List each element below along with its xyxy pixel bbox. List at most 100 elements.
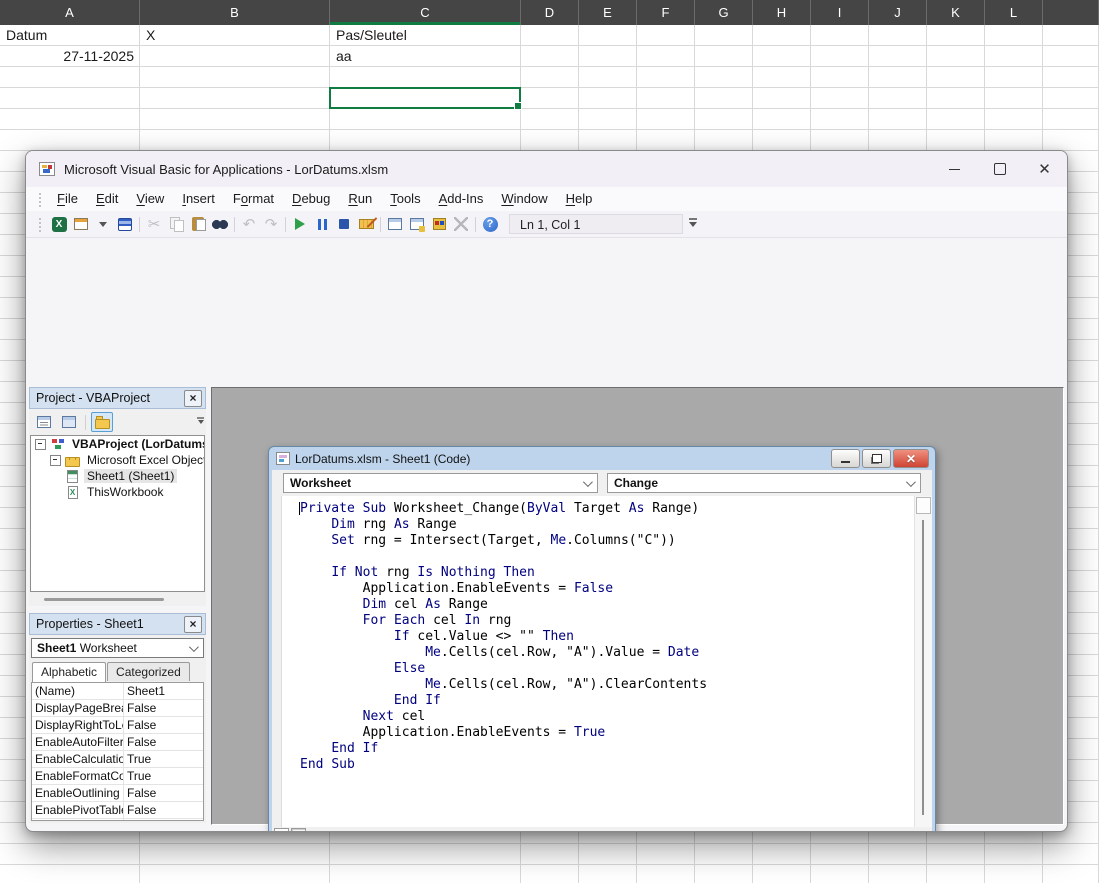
column-header-A[interactable]: A <box>0 0 140 25</box>
project-toolbar-overflow[interactable] <box>197 417 204 427</box>
copy-icon[interactable] <box>165 214 187 234</box>
code-line[interactable]: If Not rng Is Nothing Then <box>300 565 914 581</box>
excel-icon[interactable] <box>48 214 70 234</box>
menubar-grip[interactable] <box>38 192 42 207</box>
toggle-folders-icon[interactable] <box>91 412 113 432</box>
code-editor[interactable]: Private Sub Worksheet_Change(ByVal Targe… <box>282 496 914 827</box>
properties-panel-header[interactable]: Properties - Sheet1 × <box>29 613 206 635</box>
tree-item-thisworkbook[interactable]: ThisWorkbook <box>31 484 204 500</box>
property-row-displaypagebreak[interactable]: DisplayPageBreakFalse <box>32 700 203 717</box>
menu-help[interactable]: Help <box>557 188 602 210</box>
code-line[interactable]: Dim cel As Range <box>300 597 914 613</box>
code-line[interactable]: Application.EnableEvents = False <box>300 581 914 597</box>
tree-item-vbaproject-lordatums[interactable]: VBAProject (LorDatums <box>31 436 204 452</box>
redo-icon[interactable] <box>260 214 282 234</box>
property-name[interactable]: (Name) <box>32 683 124 700</box>
property-row-enableformatcon[interactable]: EnableFormatConTrue <box>32 768 203 785</box>
menu-edit[interactable]: Edit <box>87 188 127 210</box>
tree-item-microsoft-excel-objects[interactable]: Microsoft Excel Objects <box>31 452 204 468</box>
column-header-G[interactable]: G <box>695 0 753 25</box>
column-header-L[interactable]: L <box>985 0 1043 25</box>
code-line[interactable]: For Each cel In rng <box>300 613 914 629</box>
menu-run[interactable]: Run <box>339 188 381 210</box>
code-margin-bar[interactable] <box>272 496 282 827</box>
menu-window[interactable]: Window <box>492 188 556 210</box>
procedure-view-button[interactable] <box>274 828 289 833</box>
property-value[interactable]: True <box>124 751 203 768</box>
cell-B1[interactable]: X <box>141 25 329 46</box>
property-name[interactable]: EnableSelection <box>32 819 124 821</box>
code-line[interactable]: Me.Cells(cel.Row, "A").Value = Date <box>300 645 914 661</box>
tab-alphabetic[interactable]: Alphabetic <box>32 662 106 682</box>
property-name[interactable]: EnableOutlining <box>32 785 124 802</box>
code-line[interactable]: End If <box>300 741 914 757</box>
maximize-button[interactable] <box>977 151 1022 187</box>
toolbox-icon[interactable] <box>450 214 472 234</box>
run-icon[interactable] <box>289 214 311 234</box>
property-value[interactable]: 0 - xlNoRestricti <box>124 819 203 821</box>
scrollbar-button[interactable] <box>916 497 931 514</box>
toolbar-overflow-button[interactable] <box>686 214 700 234</box>
code-line[interactable]: Dim rng As Range <box>300 517 914 533</box>
cell-A1[interactable]: Datum <box>1 25 139 46</box>
object-selector-dropdown[interactable]: Sheet1 Worksheet <box>31 638 204 658</box>
property-name[interactable]: DisplayPageBreak <box>32 700 124 717</box>
project-panel-close-button[interactable]: × <box>184 390 202 407</box>
menu-tools[interactable]: Tools <box>381 188 429 210</box>
properties-panel-close-button[interactable]: × <box>184 616 202 633</box>
property-row-enableselection[interactable]: EnableSelection0 - xlNoRestricti <box>32 819 203 821</box>
object-dropdown[interactable]: Worksheet <box>283 473 598 493</box>
column-header-F[interactable]: F <box>637 0 695 25</box>
code-window-titlebar[interactable]: LorDatums.xlsm - Sheet1 (Code) ✕ <box>272 447 932 470</box>
column-header-B[interactable]: B <box>140 0 330 25</box>
reset-icon[interactable] <box>333 214 355 234</box>
code-line[interactable] <box>300 549 914 565</box>
property-name[interactable]: EnablePivotTable <box>32 802 124 819</box>
code-close-button[interactable]: ✕ <box>893 449 929 468</box>
property-value[interactable]: False <box>124 717 203 734</box>
property-row-name[interactable]: (Name)Sheet1 <box>32 683 203 700</box>
toolbar-grip[interactable] <box>38 217 42 232</box>
column-header-I[interactable]: I <box>811 0 869 25</box>
code-line[interactable]: Set rng = Intersect(Target, Me.Columns("… <box>300 533 914 549</box>
scrollbar-thumb[interactable] <box>922 520 924 815</box>
code-line[interactable]: End If <box>300 693 914 709</box>
save-icon[interactable] <box>114 214 136 234</box>
cut-icon[interactable] <box>143 214 165 234</box>
property-row-enableautofilter[interactable]: EnableAutoFilterFalse <box>32 734 203 751</box>
menu-view[interactable]: View <box>127 188 173 210</box>
scrollbar-thumb[interactable] <box>44 598 164 601</box>
object-browser-icon[interactable] <box>428 214 450 234</box>
property-row-displayrighttolef[interactable]: DisplayRightToLefFalse <box>32 717 203 734</box>
project-panel-header[interactable]: Project - VBAProject × <box>29 387 206 409</box>
code-line[interactable]: Else <box>300 661 914 677</box>
procedure-dropdown[interactable]: Change <box>607 473 921 493</box>
paste-icon[interactable] <box>187 214 209 234</box>
view-object-icon[interactable] <box>58 412 80 432</box>
property-value[interactable]: False <box>124 802 203 819</box>
design-icon[interactable] <box>355 214 377 234</box>
column-header-H[interactable]: H <box>753 0 811 25</box>
column-header-K[interactable]: K <box>927 0 985 25</box>
code-line[interactable]: Application.EnableEvents = True <box>300 725 914 741</box>
property-name[interactable]: EnableAutoFilter <box>32 734 124 751</box>
cell-C1[interactable]: Pas/Sleutel <box>331 25 520 46</box>
full-module-view-button[interactable] <box>291 828 306 833</box>
menu-debug[interactable]: Debug <box>283 188 339 210</box>
code-vertical-scrollbar[interactable] <box>914 496 932 827</box>
code-restore-button[interactable] <box>862 449 891 468</box>
column-header-J[interactable]: J <box>869 0 927 25</box>
menu-format[interactable]: Format <box>224 188 283 210</box>
code-line[interactable]: If cel.Value <> "" Then <box>300 629 914 645</box>
property-row-enablepivottable[interactable]: EnablePivotTableFalse <box>32 802 203 819</box>
menu-add-ins[interactable]: Add-Ins <box>430 188 493 210</box>
menu-file[interactable]: File <box>48 188 87 210</box>
property-value[interactable]: True <box>124 768 203 785</box>
minimize-button[interactable] <box>932 151 977 187</box>
view-form-dropdown-icon[interactable] <box>92 214 114 234</box>
view-code-icon[interactable] <box>33 412 55 432</box>
property-value[interactable]: False <box>124 785 203 802</box>
property-name[interactable]: DisplayRightToLef <box>32 717 124 734</box>
break-icon[interactable] <box>311 214 333 234</box>
property-row-enablecalculation[interactable]: EnableCalculationTrue <box>32 751 203 768</box>
